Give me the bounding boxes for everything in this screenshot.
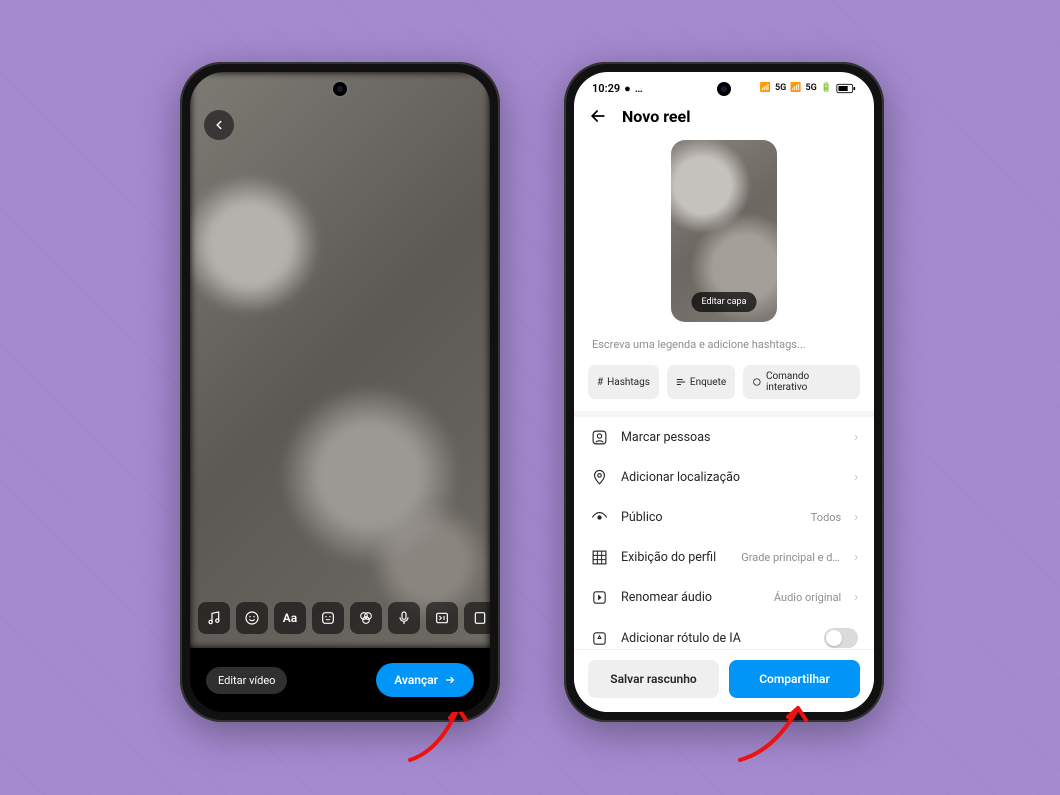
profile-display-option[interactable]: Exibição do perfil Grade principal e do … xyxy=(574,537,874,577)
cover-section: Editar capa xyxy=(574,132,874,326)
poll-icon xyxy=(676,377,686,387)
audio-icon xyxy=(590,588,608,606)
chevron-right-icon: › xyxy=(854,590,858,605)
hashtags-chip[interactable]: # Hashtags xyxy=(588,365,659,399)
interactive-label: Comando interativo xyxy=(766,371,851,393)
video-preview xyxy=(190,72,490,648)
profile-display-value: Grade principal e do Re... xyxy=(741,551,841,564)
tag-people-label: Marcar pessoas xyxy=(621,430,841,445)
more-tool[interactable] xyxy=(464,602,490,634)
status-more-icon: … xyxy=(635,82,643,95)
effects-tool[interactable] xyxy=(350,602,382,634)
reels-editor: Aa Editar vídeo Avançar xyxy=(190,72,490,712)
cover-preview[interactable]: Editar capa xyxy=(671,140,777,322)
ai-label-toggle[interactable] xyxy=(824,628,858,648)
header-title: Novo reel xyxy=(622,107,690,126)
chevron-right-icon: › xyxy=(854,550,858,565)
ai-label-option[interactable]: Adicionar rótulo de IA xyxy=(574,617,874,649)
emoji-tool[interactable] xyxy=(236,602,268,634)
back-arrow-icon[interactable] xyxy=(588,106,608,126)
save-draft-button[interactable]: Salvar rascunho xyxy=(588,660,719,698)
arrow-right-icon xyxy=(444,674,456,686)
signal-icon: 📶 xyxy=(760,83,771,93)
chevron-right-icon: › xyxy=(854,470,858,485)
rename-audio-label: Renomear áudio xyxy=(621,590,761,605)
camera-notch xyxy=(717,82,731,96)
editor-toolbar: Aa xyxy=(190,602,490,634)
status-time: 10:29 xyxy=(592,82,620,95)
music-icon xyxy=(206,610,222,626)
chevron-left-icon xyxy=(212,118,226,132)
editor-bottom-bar: Editar vídeo Avançar xyxy=(190,648,490,712)
sticker-icon xyxy=(320,610,336,626)
chevron-right-icon: › xyxy=(854,430,858,445)
interactive-chip[interactable]: Comando interativo xyxy=(743,365,860,399)
add-location-label: Adicionar localização xyxy=(621,470,841,485)
signal-icon: 📶 xyxy=(790,83,801,93)
text-tool[interactable]: Aa xyxy=(274,602,306,634)
edit-cover-button[interactable]: Editar capa xyxy=(692,292,757,312)
battery-icon xyxy=(836,83,856,94)
clip-icon xyxy=(434,610,450,626)
clip-tool[interactable] xyxy=(426,602,458,634)
ai-icon xyxy=(590,629,608,647)
advance-label: Avançar xyxy=(394,673,438,687)
wifi-icon: 🔋 xyxy=(821,83,832,93)
hash-icon: # xyxy=(597,377,603,388)
status-net1: 5G xyxy=(775,83,786,93)
phone-frame-left: Aa Editar vídeo Avançar xyxy=(180,62,500,722)
camera-notch xyxy=(333,82,347,96)
person-icon xyxy=(590,428,608,446)
rename-audio-value: Áudio original xyxy=(774,591,841,604)
status-net2: 5G xyxy=(806,83,817,93)
interactive-icon xyxy=(752,377,762,387)
share-button[interactable]: Compartilhar xyxy=(729,660,860,698)
chip-row: # Hashtags Enquete Comando interativo xyxy=(574,357,874,417)
music-tool[interactable] xyxy=(198,602,230,634)
ai-label-label: Adicionar rótulo de IA xyxy=(621,631,811,646)
publish-header: Novo reel xyxy=(574,98,874,132)
public-label: Público xyxy=(621,510,798,525)
download-icon xyxy=(472,610,488,626)
poll-chip[interactable]: Enquete xyxy=(667,365,735,399)
public-option[interactable]: Público Todos › xyxy=(574,497,874,537)
publish-view: 10:29 ● … 📶 5G 📶 5G 🔋 Novo reel xyxy=(574,72,874,712)
background-pattern xyxy=(0,0,1060,795)
profile-display-label: Exibição do perfil xyxy=(621,550,728,565)
edit-video-button[interactable]: Editar vídeo xyxy=(206,667,287,694)
tag-people-option[interactable]: Marcar pessoas › xyxy=(574,417,874,457)
options-list: Marcar pessoas › Adicionar localização ›… xyxy=(574,417,874,649)
sticker-tool[interactable] xyxy=(312,602,344,634)
screen-publish: 10:29 ● … 📶 5G 📶 5G 🔋 Novo reel xyxy=(574,72,874,712)
screen-editor: Aa Editar vídeo Avançar xyxy=(190,72,490,712)
caption-input[interactable]: Escreva uma legenda e adicione hashtags.… xyxy=(574,326,874,357)
grid-icon xyxy=(590,548,608,566)
add-location-option[interactable]: Adicionar localização › xyxy=(574,457,874,497)
advance-button[interactable]: Avançar xyxy=(376,663,474,697)
voiceover-tool[interactable] xyxy=(388,602,420,634)
visibility-icon xyxy=(590,508,608,526)
location-icon xyxy=(590,468,608,486)
back-button[interactable] xyxy=(204,110,234,140)
hashtags-label: Hashtags xyxy=(607,377,650,388)
effects-icon xyxy=(358,610,374,626)
text-icon: Aa xyxy=(283,611,297,625)
chevron-right-icon: › xyxy=(854,510,858,525)
footer-buttons: Salvar rascunho Compartilhar xyxy=(574,649,874,712)
public-value: Todos xyxy=(811,511,841,524)
emoji-icon xyxy=(244,610,260,626)
status-dot-icon: ● xyxy=(624,82,631,95)
poll-label: Enquete xyxy=(690,377,726,388)
rename-audio-option[interactable]: Renomear áudio Áudio original › xyxy=(574,577,874,617)
phone-frame-right: 10:29 ● … 📶 5G 📶 5G 🔋 Novo reel xyxy=(564,62,884,722)
microphone-icon xyxy=(396,610,412,626)
